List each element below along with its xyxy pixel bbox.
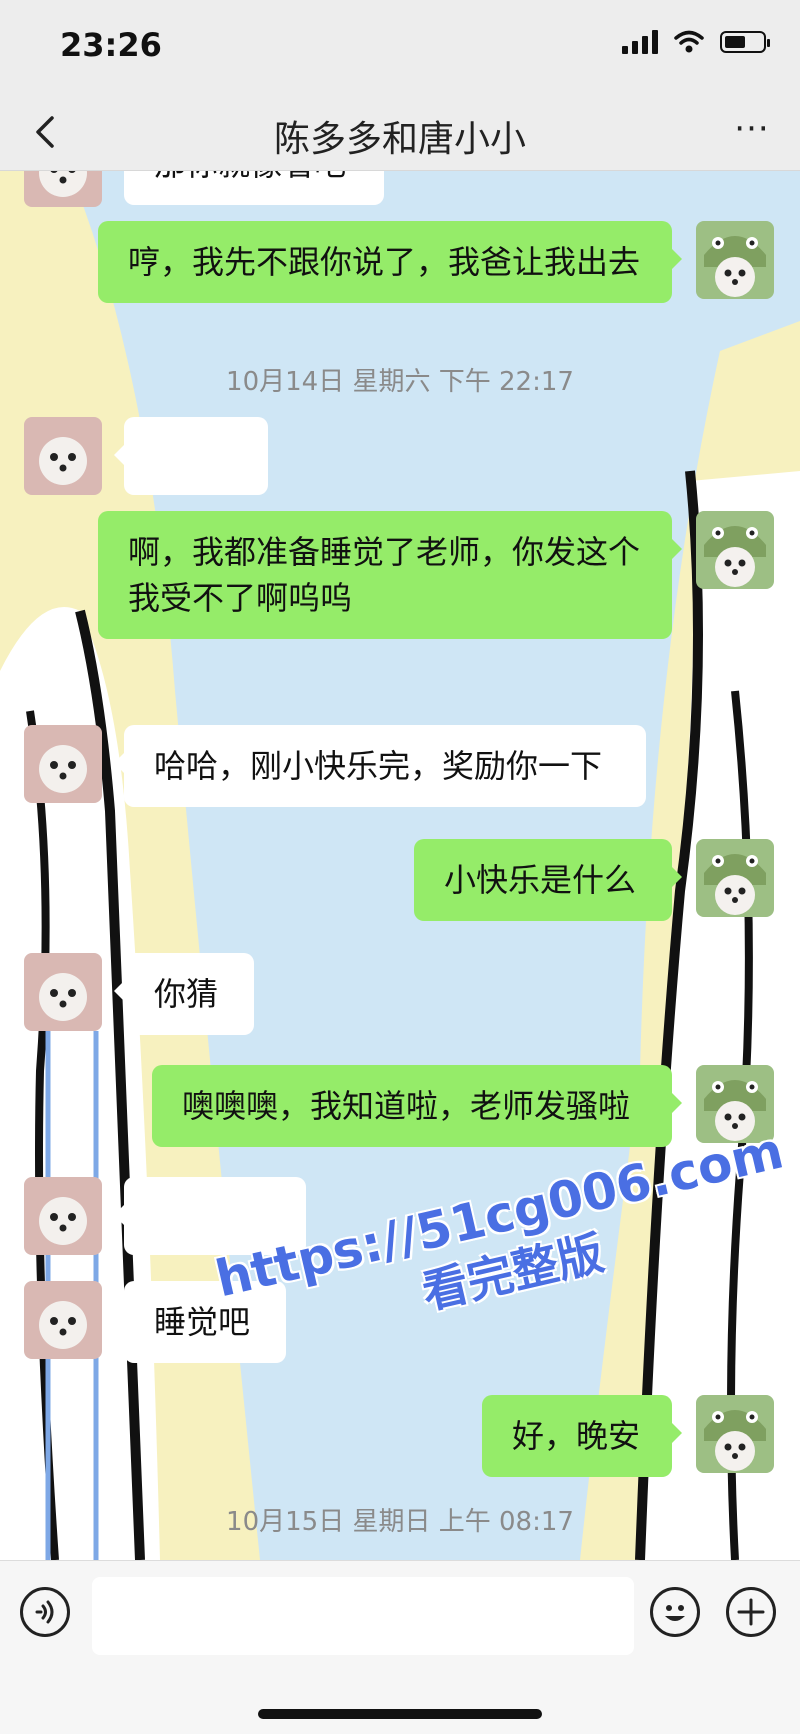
message-bubble[interactable]: 小快乐是什么 (414, 839, 682, 921)
message-row: 噢噢噢，我知道啦，老师发骚啦 (0, 1065, 800, 1149)
message-bubble[interactable]: 好，晚安 (482, 1395, 682, 1477)
message-row: 哼，我先不跟你说了，我爸让我出去 (0, 221, 800, 345)
my-avatar[interactable] (696, 221, 774, 299)
contact-avatar[interactable] (24, 1177, 102, 1255)
message-bubble[interactable]: 啊，我都准备睡觉了老师，你发这个我受不了啊呜呜 (98, 511, 682, 639)
contact-avatar[interactable] (24, 953, 102, 1031)
status-time: 23:26 (60, 26, 162, 64)
status-icons (622, 30, 770, 54)
message-row: 啊，我都准备睡觉了老师，你发这个我受不了啊呜呜 (0, 511, 800, 639)
my-avatar[interactable] (696, 511, 774, 589)
contact-avatar[interactable] (24, 1281, 102, 1359)
contact-avatar[interactable] (24, 417, 102, 495)
message-row: 你猜 (0, 953, 800, 1037)
message-bubble[interactable]: 那你就像看吧 (124, 171, 384, 205)
plus-icon[interactable] (726, 1587, 776, 1637)
timestamp: 10月14日 星期六 下午 22:17 (226, 367, 574, 397)
message-bubble[interactable]: 噢噢噢，我知道啦，老师发骚啦 (152, 1065, 682, 1147)
status-bar: 23:26 (0, 0, 800, 96)
contact-avatar[interactable] (24, 725, 102, 803)
contact-avatar[interactable] (24, 171, 102, 207)
message-bubble[interactable]: 你猜 (114, 953, 254, 1035)
message-bubble[interactable] (114, 417, 268, 495)
chat-header: 陈多多和唐小小 ··· (0, 96, 800, 171)
message-row: 那你就像看吧 (0, 171, 800, 213)
battery-level (725, 36, 745, 48)
timestamp: 10月15日 星期日 上午 08:17 (226, 1507, 574, 1537)
message-row: 好，晚安 (0, 1395, 800, 1479)
ellipsis-icon[interactable]: ··· (730, 112, 774, 154)
emoji-icon[interactable] (650, 1587, 700, 1637)
my-avatar[interactable] (696, 839, 774, 917)
message-bubble[interactable]: 哼，我先不跟你说了，我爸让我出去 (98, 221, 682, 303)
home-indicator (258, 1709, 542, 1719)
voice-icon[interactable] (20, 1587, 70, 1637)
message-input[interactable] (92, 1577, 634, 1655)
input-bar (0, 1560, 800, 1734)
chat-area[interactable]: 那你就像看吧 哼，我先不跟你说了，我爸让我出去 10月14日 星期六 下午 22… (0, 171, 800, 1560)
my-avatar[interactable] (696, 1395, 774, 1473)
chat-title: 陈多多和唐小小 (273, 119, 526, 160)
battery-icon (720, 31, 770, 53)
message-bubble[interactable]: 哈哈，刚小快乐完，奖励你一下 (114, 725, 646, 807)
message-row (0, 417, 800, 497)
wifi-icon (674, 30, 704, 53)
message-row: 小快乐是什么 (0, 839, 800, 923)
signal-icon (622, 30, 658, 54)
message-row: 哈哈，刚小快乐完，奖励你一下 (0, 725, 800, 809)
